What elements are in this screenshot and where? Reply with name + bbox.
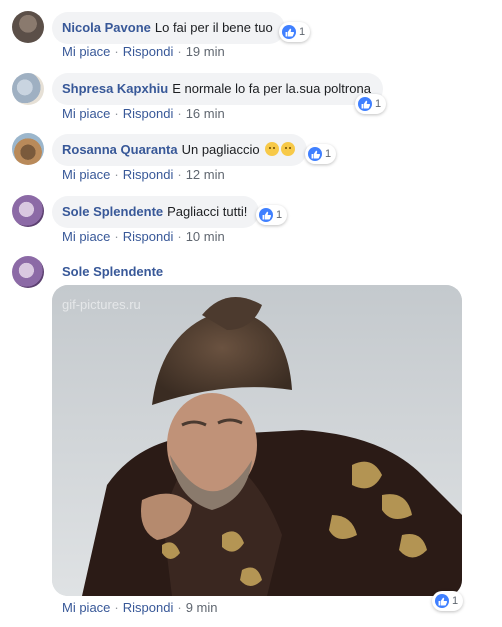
separator: · (177, 44, 182, 59)
reaction-counter[interactable]: 1 (256, 205, 288, 225)
reply-link[interactable]: Rispondi (123, 106, 174, 121)
timestamp[interactable]: 9 min (186, 600, 218, 615)
reaction-counter[interactable]: 1 (279, 22, 311, 42)
reaction-count: 1 (299, 26, 306, 38)
reaction-counter[interactable]: 1 (432, 591, 464, 611)
comment-bubble: Nicola Pavone Lo fai per il bene tuo (52, 12, 285, 44)
timestamp[interactable]: 19 min (186, 44, 225, 59)
comment-actions: Mi piace · Rispondi · 9 min (62, 600, 218, 615)
avatar[interactable] (12, 195, 44, 227)
reply-link[interactable]: Rispondi (123, 44, 174, 59)
like-reaction-icon (358, 97, 372, 111)
author-name[interactable]: Sole Splendente (62, 204, 163, 219)
author-name[interactable]: Shpresa Kapxhiu (62, 81, 168, 96)
avatar[interactable] (12, 11, 44, 43)
like-reaction-icon (259, 208, 273, 222)
like-link[interactable]: Mi piace (62, 106, 110, 121)
comment-actions: Mi piace · Rispondi · 10 min (62, 229, 225, 244)
avatar[interactable] (12, 73, 44, 105)
timestamp[interactable]: 10 min (186, 229, 225, 244)
like-link[interactable]: Mi piace (62, 600, 110, 615)
face-emoji-icon (281, 142, 296, 156)
author-name[interactable]: Nicola Pavone (62, 20, 151, 35)
author-name[interactable]: Rosanna Quaranta (62, 142, 178, 157)
separator: · (114, 600, 119, 615)
comment-bubble: Rosanna Quaranta Un pagliaccio (52, 134, 308, 166)
gif-attachment[interactable]: gif-pictures.ru (52, 285, 462, 596)
like-reaction-icon (308, 147, 322, 161)
like-link[interactable]: Mi piace (62, 44, 110, 59)
reaction-count: 1 (452, 595, 459, 607)
reply-link[interactable]: Rispondi (123, 600, 174, 615)
separator: · (177, 600, 182, 615)
comment-text: Lo fai per il bene tuo (154, 20, 273, 35)
comment-text: E normale lo fa per la.sua poltrona (172, 81, 371, 96)
separator: · (114, 167, 119, 182)
like-reaction-icon (435, 594, 449, 608)
avatar[interactable] (12, 133, 44, 165)
reaction-count: 1 (325, 148, 332, 160)
comment-bubble: Shpresa Kapxhiu E normale lo fa per la.su… (52, 73, 383, 105)
comment-actions: Mi piace · Rispondi · 19 min (62, 44, 225, 59)
timestamp[interactable]: 12 min (186, 167, 225, 182)
separator: · (177, 229, 182, 244)
like-link[interactable]: Mi piace (62, 229, 110, 244)
separator: · (114, 229, 119, 244)
comment-text: Un pagliaccio (181, 142, 260, 157)
gif-watermark: gif-pictures.ru (62, 297, 141, 312)
reply-link[interactable]: Rispondi (123, 229, 174, 244)
reaction-counter[interactable]: 1 (305, 144, 337, 164)
comment-actions: Mi piace · Rispondi · 12 min (62, 167, 225, 182)
like-reaction-icon (282, 25, 296, 39)
separator: · (177, 106, 182, 121)
reaction-count: 1 (375, 98, 382, 110)
timestamp[interactable]: 16 min (186, 106, 225, 121)
comment-actions: Mi piace · Rispondi · 16 min (62, 106, 225, 121)
avatar[interactable] (12, 256, 44, 288)
reaction-count: 1 (276, 209, 283, 221)
face-emoji-icon (265, 142, 280, 156)
gif-image: gif-pictures.ru (52, 285, 462, 596)
reaction-counter[interactable]: 1 (355, 94, 387, 114)
comment-bubble: Sole Splendente Pagliacci tutti! (52, 196, 260, 228)
reply-link[interactable]: Rispondi (123, 167, 174, 182)
author-name[interactable]: Sole Splendente (62, 264, 163, 279)
separator: · (177, 167, 182, 182)
like-link[interactable]: Mi piace (62, 167, 110, 182)
separator: · (114, 106, 119, 121)
separator: · (114, 44, 119, 59)
comment-text: Pagliacci tutti! (167, 204, 248, 219)
